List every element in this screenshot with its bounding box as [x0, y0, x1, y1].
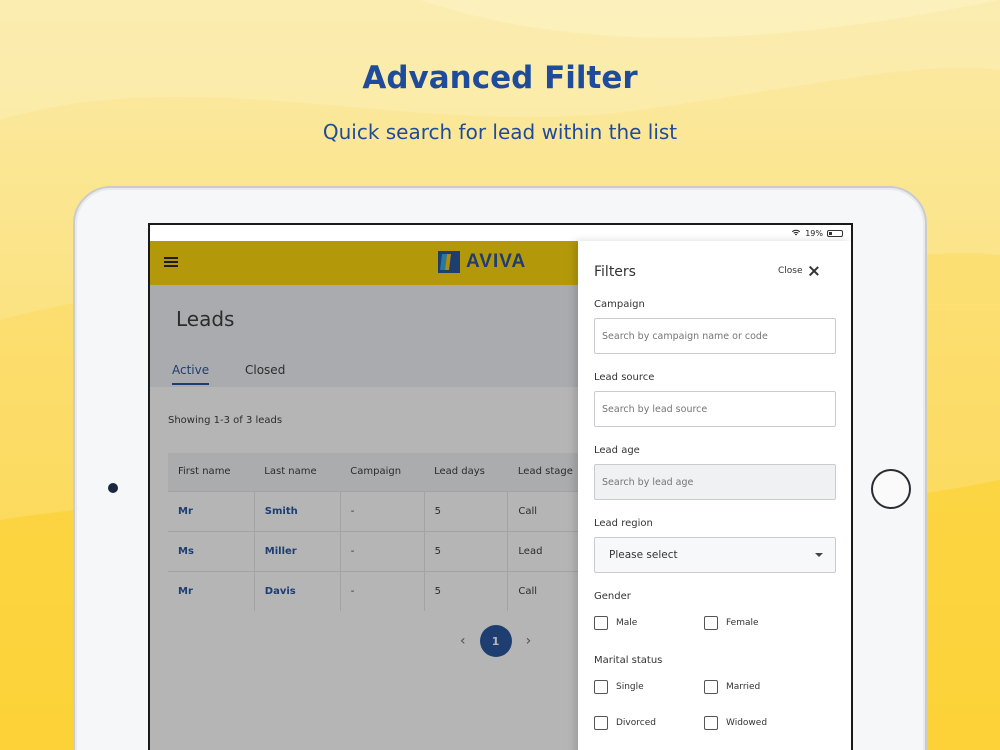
- checkbox-widowed[interactable]: Widowed: [704, 716, 767, 730]
- checkbox-female[interactable]: Female: [704, 616, 759, 630]
- status-bar: 19%: [150, 225, 851, 241]
- checkbox-single[interactable]: Single: [594, 680, 644, 694]
- checkbox-icon: [594, 680, 608, 694]
- lead-source-label: Lead source: [594, 372, 655, 383]
- lead-region-selected: Please select: [609, 549, 678, 561]
- checkbox-icon: [594, 616, 608, 630]
- wifi-icon: [791, 228, 801, 238]
- lead-region-select[interactable]: Please select: [594, 537, 836, 573]
- close-label: Close: [778, 266, 803, 276]
- checkbox-icon: [704, 716, 718, 730]
- checkbox-label: Divorced: [616, 718, 656, 728]
- marital-status-label: Marital status: [594, 655, 663, 666]
- lead-region-label: Lead region: [594, 518, 653, 529]
- home-button[interactable]: [871, 469, 911, 509]
- checkbox-married[interactable]: Married: [704, 680, 760, 694]
- checkbox-icon: [704, 680, 718, 694]
- checkbox-icon: [704, 616, 718, 630]
- gender-label: Gender: [594, 591, 631, 602]
- close-button[interactable]: Close: [778, 266, 819, 276]
- lead-source-search-input[interactable]: [594, 391, 836, 427]
- checkbox-icon: [594, 716, 608, 730]
- close-icon: [809, 266, 819, 276]
- filters-panel: Filters Close Campaign Lead source Lead …: [578, 241, 851, 750]
- checkbox-label: Widowed: [726, 718, 768, 728]
- checkbox-male[interactable]: Male: [594, 616, 637, 630]
- battery-icon: [827, 229, 843, 237]
- hero-title: Advanced Filter: [362, 60, 638, 96]
- checkbox-label: Female: [726, 618, 759, 628]
- campaign-label: Campaign: [594, 299, 645, 310]
- caret-down-icon: [815, 553, 823, 557]
- checkbox-label: Male: [616, 618, 638, 628]
- filters-title: Filters: [594, 264, 636, 280]
- campaign-search-input[interactable]: [594, 318, 836, 354]
- lead-age-label: Lead age: [594, 445, 640, 456]
- checkbox-label: Married: [726, 682, 761, 692]
- battery-percent: 19%: [805, 228, 823, 238]
- hero-subtitle: Quick search for lead within the list: [322, 120, 678, 144]
- checkbox-label: Single: [616, 682, 644, 692]
- checkbox-divorced[interactable]: Divorced: [594, 716, 656, 730]
- front-camera: [108, 483, 118, 493]
- lead-age-search-input[interactable]: [594, 464, 836, 500]
- tablet-screen: 19% AVIVA Leads Active Closed Showing 1-…: [148, 223, 853, 750]
